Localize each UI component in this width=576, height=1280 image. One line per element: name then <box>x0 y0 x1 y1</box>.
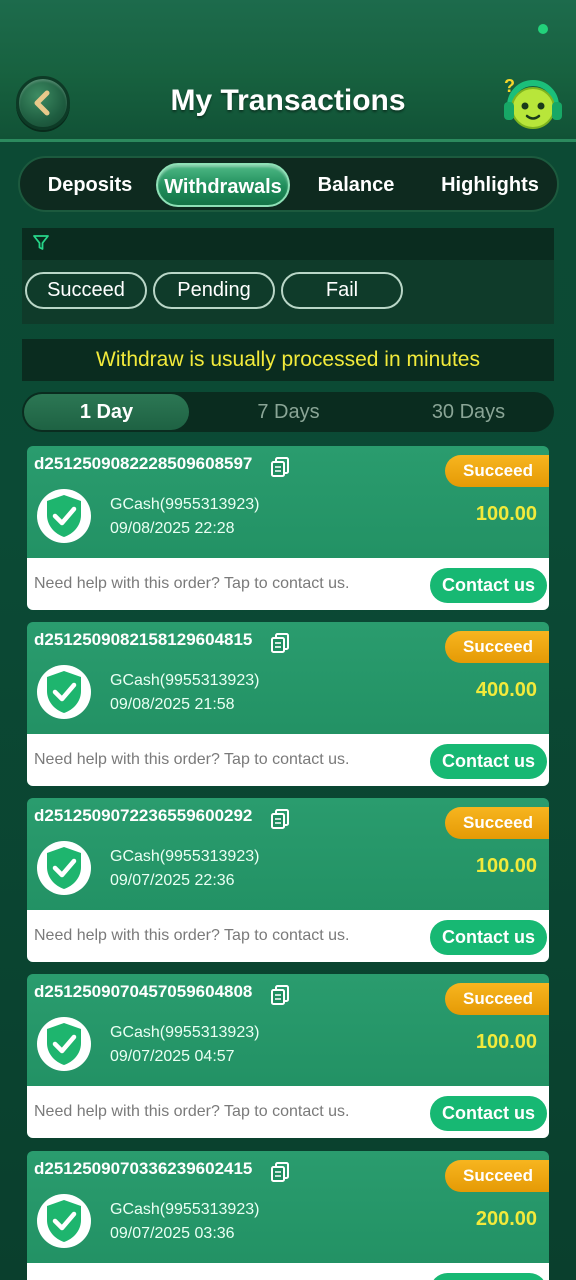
status-badge: Succeed <box>445 1160 549 1192</box>
order-id: d2512509070336239602415 <box>34 1159 253 1178</box>
order-id: d2512509082158129604815 <box>34 630 253 649</box>
date-range-selector: 1 Day 7 Days 30 Days <box>22 392 554 432</box>
tab-deposits[interactable]: Deposits <box>26 163 154 207</box>
filter-chip-succeed[interactable]: Succeed <box>25 272 147 309</box>
status-badge: Succeed <box>445 631 549 663</box>
success-shield-icon <box>37 841 91 895</box>
range-30-days[interactable]: 30 Days <box>386 394 551 430</box>
app-header: My Transactions ? <box>0 0 576 142</box>
status-badge: Succeed <box>445 455 549 487</box>
copy-icon[interactable] <box>270 632 290 654</box>
payment-method: GCash(9955313923) <box>110 848 260 865</box>
help-text: Need help with this order? Tap to contac… <box>34 927 350 944</box>
contact-us-button[interactable]: Contact us <box>430 1096 547 1131</box>
transaction-time: 09/07/2025 04:57 <box>110 1048 235 1065</box>
status-badge: Succeed <box>445 983 549 1015</box>
order-id: d2512509082228509608597 <box>34 454 253 473</box>
contact-us-button[interactable]: Contact us <box>430 744 547 779</box>
transaction-time: 09/07/2025 03:36 <box>110 1225 235 1242</box>
transaction-time: 09/08/2025 22:28 <box>110 520 235 537</box>
tab-balance[interactable]: Balance <box>292 163 420 207</box>
contact-us-button[interactable]: Contact us <box>430 568 547 603</box>
transaction-time: 09/08/2025 21:58 <box>110 696 235 713</box>
status-badge: Succeed <box>445 807 549 839</box>
contact-us-button[interactable]: Contact us <box>430 1273 547 1280</box>
help-text: Need help with this order? Tap to contac… <box>34 1103 350 1120</box>
processing-notice: Withdraw is usually processed in minutes <box>22 339 554 381</box>
status-indicator-dot <box>538 24 548 34</box>
help-bar[interactable]: Need help with this order? Tap to contac… <box>27 734 549 786</box>
help-text: Need help with this order? Tap to contac… <box>34 751 350 768</box>
range-7-days[interactable]: 7 Days <box>206 394 371 430</box>
transaction-amount: 100.00 <box>475 503 537 525</box>
transaction-type-tabs: Deposits Withdrawals Balance Highlights <box>18 156 559 212</box>
success-shield-icon <box>37 489 91 543</box>
transaction-amount: 100.00 <box>475 1031 537 1053</box>
support-headset-icon[interactable]: ? <box>500 72 566 134</box>
svg-text:?: ? <box>504 76 515 96</box>
transaction-amount: 100.00 <box>475 855 537 877</box>
tab-withdrawals[interactable]: Withdrawals <box>156 163 290 207</box>
order-id: d2512509070457059604808 <box>34 982 253 1001</box>
help-bar[interactable]: Need help with this order? Tap to contac… <box>27 558 549 610</box>
transaction-card: d2512509070336239602415 Succeed GCash(99… <box>27 1151 549 1280</box>
help-bar[interactable]: Need help with this order? Tap to contac… <box>27 910 549 962</box>
help-text: Need help with this order? Tap to contac… <box>34 575 350 592</box>
filter-chip-fail[interactable]: Fail <box>281 272 403 309</box>
success-shield-icon <box>37 665 91 719</box>
help-bar[interactable]: Need help with this order? Tap to contac… <box>27 1086 549 1138</box>
copy-icon[interactable] <box>270 456 290 478</box>
payment-method: GCash(9955313923) <box>110 672 260 689</box>
transaction-card: d2512509072236559600292 Succeed GCash(99… <box>27 798 549 962</box>
copy-icon[interactable] <box>270 984 290 1006</box>
transaction-time: 09/07/2025 22:36 <box>110 872 235 889</box>
success-shield-icon <box>37 1017 91 1071</box>
transaction-amount: 400.00 <box>475 679 537 701</box>
payment-method: GCash(9955313923) <box>110 496 260 513</box>
copy-icon[interactable] <box>270 1161 290 1183</box>
range-1-day[interactable]: 1 Day <box>24 394 189 430</box>
transaction-card: d2512509082228509608597 Succeed GCash(99… <box>27 446 549 610</box>
transaction-card: d2512509082158129604815 Succeed GCash(99… <box>27 622 549 786</box>
payment-method: GCash(9955313923) <box>110 1024 260 1041</box>
page-title: My Transactions <box>170 84 406 117</box>
success-shield-icon <box>37 1194 91 1248</box>
tab-highlights[interactable]: Highlights <box>424 163 556 207</box>
status-filter-panel: Succeed Pending Fail <box>22 228 554 324</box>
filter-header <box>22 228 554 260</box>
contact-us-button[interactable]: Contact us <box>430 920 547 955</box>
help-bar[interactable]: Need help with this order? Tap to contac… <box>27 1263 549 1280</box>
filter-icon[interactable] <box>32 234 50 252</box>
payment-method: GCash(9955313923) <box>110 1201 260 1218</box>
transaction-card: d2512509070457059604808 Succeed GCash(99… <box>27 974 549 1138</box>
transaction-amount: 200.00 <box>475 1208 537 1230</box>
order-id: d2512509072236559600292 <box>34 806 253 825</box>
copy-icon[interactable] <box>270 808 290 830</box>
filter-chip-pending[interactable]: Pending <box>153 272 275 309</box>
